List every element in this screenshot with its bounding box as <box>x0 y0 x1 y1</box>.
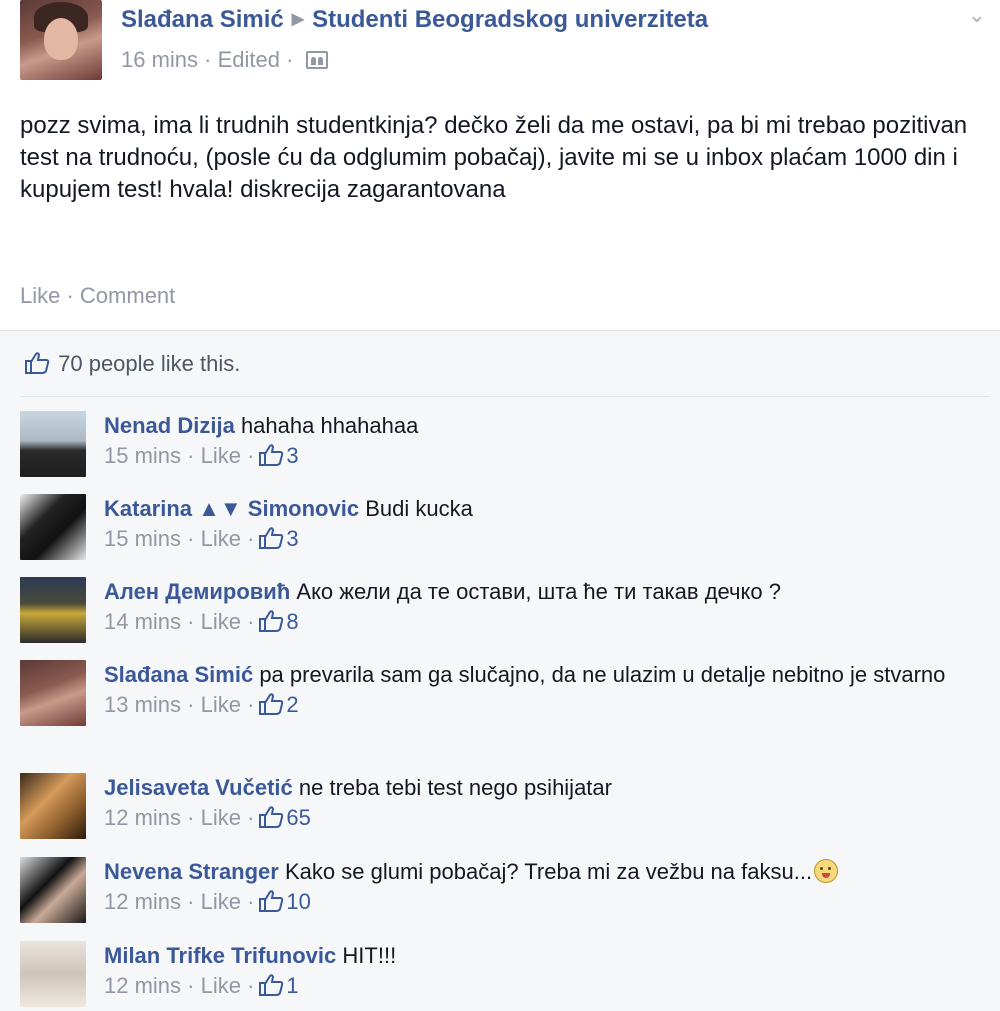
post-actions: Like · Comment <box>20 283 176 308</box>
post-meta: 16 mins · Edited · <box>121 47 328 73</box>
comment-button[interactable]: Comment <box>80 283 175 308</box>
commenter-avatar[interactable] <box>20 660 86 726</box>
comment-meta: 12 mins · Like · 1 <box>104 973 299 998</box>
comment-text-line: Jelisaveta Vučetić ne treba tebi test ne… <box>104 773 984 803</box>
comment-text: Ако жели да те остави, шта ће ти такав д… <box>296 579 781 604</box>
comment-like-button[interactable]: Like <box>201 443 241 468</box>
post-text: pozz svima, ima li trudnih studentkinja?… <box>20 112 968 203</box>
comment-like-count[interactable]: 8 <box>286 609 298 634</box>
comment-text-line: Milan Trifke Trifunovic HIT!!! <box>104 941 984 971</box>
post-header: Slađana Simić ▶ Studenti Beogradskog unive… <box>121 6 708 34</box>
comment-like-count[interactable]: 3 <box>286 443 298 468</box>
comment-meta: 15 mins · Like · 3 <box>104 443 299 468</box>
comment-time[interactable]: 15 mins <box>104 443 181 468</box>
comment-text: ne treba tebi test nego psihijatar <box>298 775 612 800</box>
comment-text-line: Katarina ▲▼ Simonovic Budi kucka <box>104 494 984 524</box>
comment-time[interactable]: 12 mins <box>104 973 181 998</box>
commenter-name[interactable]: Nevena Stranger <box>104 859 279 884</box>
comment-like-count[interactable]: 1 <box>286 973 298 998</box>
comment-like-count[interactable]: 10 <box>286 889 310 914</box>
comment-time[interactable]: 12 mins <box>104 805 181 830</box>
commenter-avatar[interactable] <box>20 857 86 923</box>
likes-count-text[interactable]: 70 people like this. <box>58 351 240 376</box>
comment-text-line: Slađana Simić pa prevarila sam ga slučaj… <box>104 660 984 690</box>
comment-like-button[interactable]: Like <box>201 609 241 634</box>
thumbs-up-icon <box>259 693 284 715</box>
comment-like-button[interactable]: Like <box>201 889 241 914</box>
thumbs-up-icon <box>259 444 284 466</box>
likes-summary-bar: 70 people like this. <box>0 330 1000 398</box>
commenter-avatar[interactable] <box>20 411 86 477</box>
comment-time[interactable]: 15 mins <box>104 526 181 551</box>
group-name[interactable]: Studenti Beogradskog univerziteta <box>312 6 708 33</box>
thumbs-up-icon <box>25 352 50 374</box>
post-time[interactable]: 16 mins <box>121 47 198 72</box>
commenter-avatar[interactable] <box>20 773 86 839</box>
comment-like-count[interactable]: 2 <box>286 692 298 717</box>
comment-like-button[interactable]: Like <box>201 805 241 830</box>
comment-text: pa prevarila sam ga slučajno, da ne ulaz… <box>259 662 946 687</box>
comment-meta: 12 mins · Like · 65 <box>104 805 311 830</box>
comment-like-count[interactable]: 65 <box>286 805 310 830</box>
post-card: Slađana Simić ▶ Studenti Beogradskog unive… <box>0 0 1000 330</box>
comment-time[interactable]: 12 mins <box>104 889 181 914</box>
thumbs-up-icon <box>259 527 284 549</box>
comment-text: hahaha hhahahaa <box>240 413 419 438</box>
comment-text: HIT!!! <box>342 943 397 968</box>
commenter-name[interactable]: Slađana Simić <box>104 662 253 687</box>
author-name[interactable]: Slađana Simić <box>121 6 284 33</box>
thumbs-up-icon <box>259 806 284 828</box>
comment-text-line: Nevena Stranger Kako se glumi pobačaj? T… <box>104 857 984 887</box>
thumbs-up-icon <box>259 890 284 912</box>
edited-label[interactable]: Edited <box>218 47 280 72</box>
chevron-down-icon[interactable]: ⌄ <box>968 2 986 28</box>
commenter-avatar[interactable] <box>20 941 86 1007</box>
comment-like-button[interactable]: Like <box>201 526 241 551</box>
tongue-out-emoji-icon <box>814 859 839 883</box>
comment-like-count[interactable]: 3 <box>286 526 298 551</box>
commenter-avatar[interactable] <box>20 494 86 560</box>
comment-text: Budi kucka <box>365 496 473 521</box>
comment-text-line: Nenad Dizija hahaha hhahahaa <box>104 411 984 441</box>
commenter-name[interactable]: Ален Демировић <box>104 579 290 604</box>
thumbs-up-icon <box>259 610 284 632</box>
author-avatar[interactable] <box>20 0 102 80</box>
audience-icon[interactable] <box>305 51 328 69</box>
commenter-name[interactable]: Jelisaveta Vučetić <box>104 775 293 800</box>
commenter-avatar[interactable] <box>20 577 86 643</box>
commenter-name[interactable]: Milan Trifke Trifunovic <box>104 943 336 968</box>
triangle-right-icon: ▶ <box>291 11 305 28</box>
comment-like-button[interactable]: Like <box>201 973 241 998</box>
commenter-name[interactable]: Katarina ▲▼ Simonovic <box>104 496 359 521</box>
comment-meta: 14 mins · Like · 8 <box>104 609 299 634</box>
thumbs-up-icon <box>259 974 284 996</box>
comment-meta: 13 mins · Like · 2 <box>104 692 299 717</box>
comment-time[interactable]: 14 mins <box>104 609 181 634</box>
comments-list: Nenad Dizija hahaha hhahahaa 15 mins · Li… <box>0 397 1000 1011</box>
comment-text: Kako se glumi pobačaj? Treba mi za vežbu… <box>284 859 813 884</box>
commenter-name[interactable]: Nenad Dizija <box>104 413 235 438</box>
comment-meta: 12 mins · Like · 10 <box>104 889 311 914</box>
comment-time[interactable]: 13 mins <box>104 692 181 717</box>
comment-meta: 15 mins · Like · 3 <box>104 526 299 551</box>
comment-like-button[interactable]: Like <box>201 692 241 717</box>
comment-text-line: Ален Демировић Ако жели да те остави, шт… <box>104 577 984 607</box>
like-button[interactable]: Like <box>20 283 60 308</box>
